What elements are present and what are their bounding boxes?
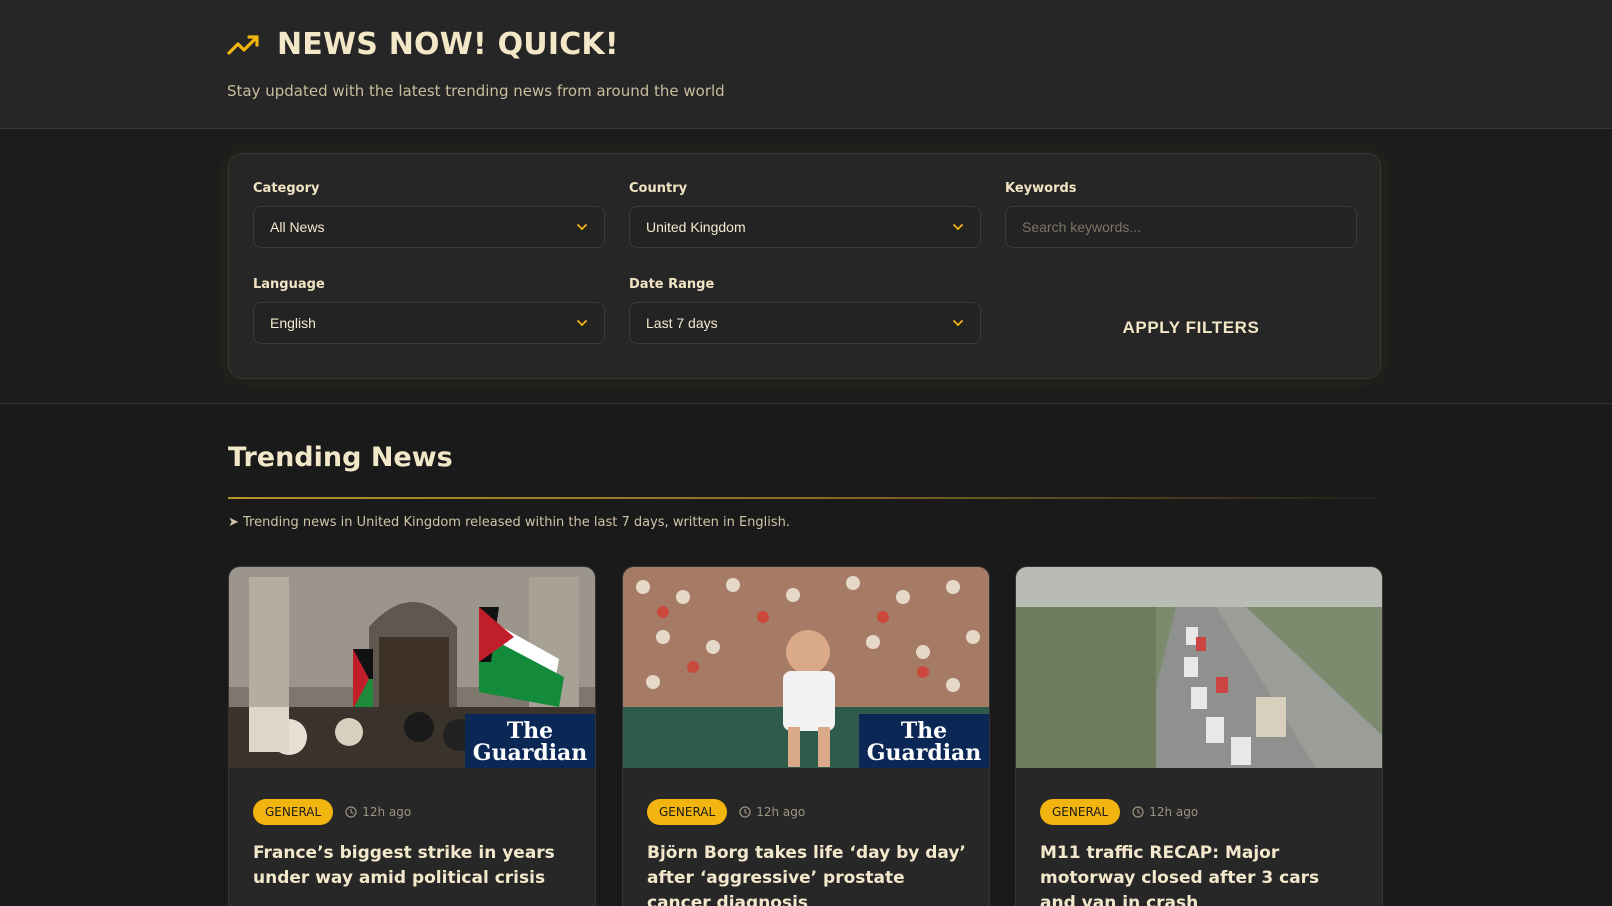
keywords-input[interactable]: Search keywords... <box>1005 206 1357 248</box>
tagline: Stay updated with the latest trending ne… <box>227 82 725 100</box>
country-select[interactable]: United Kingdom <box>629 206 981 248</box>
site-header: NEWS NOW! QUICK! Stay updated with the l… <box>0 0 1612 129</box>
keywords-label: Keywords <box>1005 181 1077 196</box>
article-title[interactable]: France’s biggest strike in years under w… <box>253 841 573 891</box>
category-field: Category All News <box>253 181 605 248</box>
chevron-down-icon <box>577 224 587 231</box>
date-range-field: Date Range Last 7 days <box>629 277 981 344</box>
article-time: 12h ago <box>345 805 411 819</box>
clock-icon <box>1132 806 1144 818</box>
news-card[interactable]: The Guardian GENERAL 12h ago Björn Borg … <box>622 566 990 906</box>
filter-summary: ➤ Trending news in United Kingdom releas… <box>228 515 791 530</box>
article-title[interactable]: M11 traffic RECAP: Major motorway closed… <box>1040 841 1360 906</box>
source-logo: The Guardian <box>465 714 595 768</box>
clock-icon <box>345 806 357 818</box>
time-text: 12h ago <box>756 805 806 819</box>
keywords-field: Keywords Search keywords... <box>1005 181 1357 248</box>
time-text: 12h ago <box>1149 805 1199 819</box>
article-meta: GENERAL 12h ago <box>1040 799 1198 825</box>
apply-filters-button[interactable]: APPLY FILTERS <box>1015 313 1367 343</box>
section-title: Trending News <box>228 442 453 473</box>
date-range-label: Date Range <box>629 277 715 292</box>
article-meta: GENERAL 12h ago <box>253 799 411 825</box>
country-label: Country <box>629 181 688 196</box>
trending-up-icon <box>227 34 259 55</box>
country-field: Country United Kingdom <box>629 181 981 248</box>
article-image <box>1016 567 1382 768</box>
clock-icon <box>739 806 751 818</box>
time-text: 12h ago <box>362 805 412 819</box>
article-image: The Guardian <box>623 567 989 768</box>
source-logo: The Guardian <box>859 714 989 768</box>
language-value: English <box>270 315 316 331</box>
language-select[interactable]: English <box>253 302 605 344</box>
country-value: United Kingdom <box>646 219 746 235</box>
date-range-select[interactable]: Last 7 days <box>629 302 981 344</box>
chevron-down-icon <box>953 224 963 231</box>
article-image: The Guardian <box>229 567 595 768</box>
app-title: NEWS NOW! QUICK! <box>277 27 619 62</box>
language-field: Language English <box>253 277 605 344</box>
news-card[interactable]: The Guardian GENERAL 12h ago France’s bi… <box>228 566 596 906</box>
article-time: 12h ago <box>1132 805 1198 819</box>
chevron-down-icon <box>577 320 587 327</box>
date-range-value: Last 7 days <box>646 315 718 331</box>
keywords-placeholder: Search keywords... <box>1022 219 1142 235</box>
category-badge: GENERAL <box>1040 799 1121 825</box>
section-divider <box>228 497 1381 499</box>
chevron-down-icon <box>953 320 963 327</box>
article-time: 12h ago <box>739 805 805 819</box>
category-label: Category <box>253 181 320 196</box>
article-title[interactable]: Björn Borg takes life ‘day by day’ after… <box>647 841 967 906</box>
category-value: All News <box>270 219 325 235</box>
category-select[interactable]: All News <box>253 206 605 248</box>
brand: NEWS NOW! QUICK! <box>227 27 619 62</box>
motorway-image <box>1016 567 1382 768</box>
category-badge: GENERAL <box>253 799 334 825</box>
article-meta: GENERAL 12h ago <box>647 799 805 825</box>
news-card[interactable]: GENERAL 12h ago M11 traffic RECAP: Major… <box>1015 566 1383 906</box>
category-badge: GENERAL <box>647 799 728 825</box>
language-label: Language <box>253 277 325 292</box>
